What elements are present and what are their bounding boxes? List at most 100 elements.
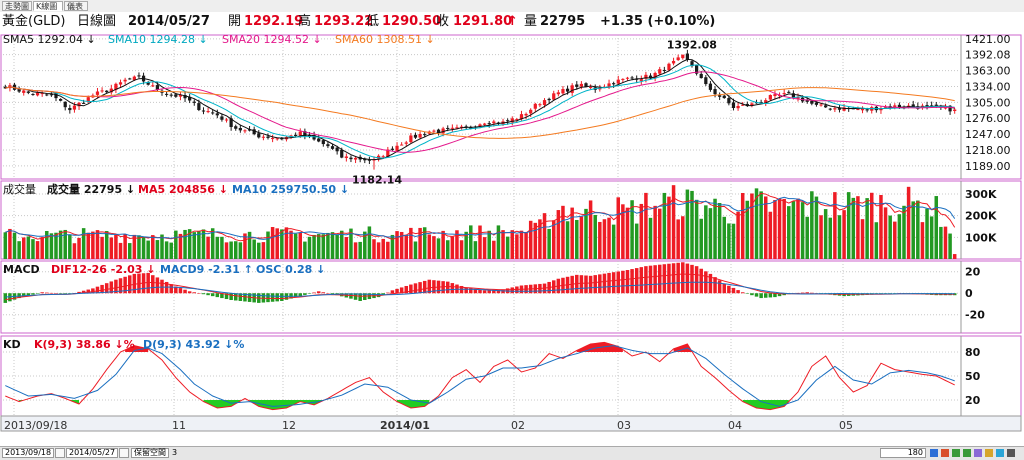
macd-osc-bar [667, 263, 671, 294]
volume-bar [851, 197, 856, 259]
macd-osc-bar [312, 292, 316, 294]
macd-osc-bar [740, 292, 745, 294]
print-icon[interactable] [1007, 449, 1015, 457]
macd-osc-bar [266, 293, 270, 303]
candle-body [699, 73, 703, 79]
macd-osc-bar [722, 283, 727, 294]
volume-bar [681, 216, 685, 259]
macd-osc-bar [690, 264, 694, 294]
candle-body [584, 83, 588, 87]
volume-bar [505, 236, 510, 259]
volume-bar [916, 200, 920, 259]
kd-tick-label: 20 [965, 394, 981, 407]
price-tick-label: 1392.08 [965, 49, 1011, 62]
candle-body [953, 109, 957, 111]
candle-body [616, 79, 620, 84]
candle-body [58, 98, 63, 101]
volume-bar [823, 209, 828, 259]
volume-bar [575, 219, 579, 259]
footer-bar: 2013/09/18 2014/05/27 保留空間 3 180 [0, 446, 1024, 460]
candle-body [625, 77, 630, 79]
volume-tick-label: 300K [965, 188, 997, 201]
fit-icon[interactable] [974, 449, 982, 457]
candle-body [529, 109, 533, 114]
macd-osc-bar [395, 288, 399, 294]
end-date-field[interactable]: 2014/05/27 [66, 448, 118, 458]
price-legend-sma5: SMA5 1292.04 ↓ [3, 33, 96, 46]
candle-body [174, 94, 178, 97]
price-tick-label: 1247.00 [965, 128, 1011, 141]
volume-bar [542, 213, 547, 259]
x-tick-label: 02 [511, 419, 525, 432]
volume-bar [178, 233, 183, 259]
macd-osc-bar [699, 268, 703, 294]
volume-bar [441, 230, 445, 259]
zoom-in-icon[interactable] [941, 449, 949, 457]
help-icon[interactable] [996, 449, 1004, 457]
start-date-field[interactable]: 2013/09/18 [2, 448, 54, 458]
volume-bar [12, 232, 17, 259]
volume-bar [713, 198, 717, 259]
zoom-field[interactable]: 180 [880, 448, 926, 458]
zoom-out-icon[interactable] [930, 449, 938, 457]
volume-panel-title: 成交量 [3, 182, 36, 196]
candle-body [137, 75, 141, 77]
volume-bar [436, 238, 441, 259]
macd-osc-bar [694, 266, 699, 294]
volume-bar [722, 216, 727, 259]
macd-osc-bar [35, 293, 40, 294]
candle-body [257, 133, 261, 138]
volume-bar [81, 228, 86, 259]
volume-bar [284, 227, 289, 259]
macd-osc-bar [280, 293, 284, 301]
candle-body [118, 82, 123, 85]
candle-body [630, 77, 634, 79]
volume-bar [800, 202, 805, 259]
volume-bar [192, 232, 197, 259]
candle-body [722, 95, 726, 99]
candle-body [409, 135, 413, 143]
macd-osc-bar [754, 293, 759, 297]
candle-body [538, 104, 542, 106]
candle-body [321, 140, 325, 145]
volume-bar [72, 243, 77, 259]
macd-osc-bar [810, 292, 814, 294]
x-tick-label: 03 [617, 419, 631, 432]
tab-meter[interactable]: 儀表 [64, 1, 88, 11]
macd-osc-bar [31, 293, 35, 295]
candle-body [579, 83, 584, 87]
macd-osc-bar [386, 292, 390, 294]
macd-osc-bar [713, 277, 717, 294]
macd-osc-bar [3, 293, 8, 303]
volume-bar [482, 237, 487, 259]
keep-space-button[interactable]: 保留空間 [131, 448, 169, 458]
low-value: 1290.50 [382, 14, 442, 29]
candle-body [561, 89, 565, 94]
volume-bar [952, 254, 957, 259]
candle-body [718, 95, 722, 97]
price-tick-label: 1276.00 [965, 112, 1011, 125]
volume-bar [215, 236, 220, 259]
volume-bar [155, 240, 160, 259]
dropdown-icon[interactable] [55, 448, 65, 458]
volume-bar [865, 198, 869, 259]
setting-icon[interactable] [985, 449, 993, 457]
tab-trend[interactable]: 走勢圖 [2, 1, 32, 11]
candle-body [731, 102, 736, 109]
macd-tick-label: 0 [965, 287, 973, 300]
scroll-right-icon[interactable] [963, 449, 971, 457]
candle-body [768, 95, 772, 100]
macd-osc-bar [445, 281, 450, 294]
scroll-left-icon[interactable] [952, 449, 960, 457]
calendar-icon[interactable] [119, 448, 129, 458]
candle-body [671, 60, 676, 64]
macd-osc-bar [270, 293, 275, 302]
candle-body [340, 149, 344, 158]
macd-osc-bar [731, 287, 736, 294]
tab-kline[interactable]: K線圖 [33, 1, 63, 11]
volume-bar [934, 196, 939, 259]
stock-chart[interactable]: 2013/09/18 11 12 2014/01 02 03 04 05 1421.00 1392… [0, 31, 1024, 446]
candle-body [294, 134, 298, 137]
macd-osc-bar [579, 275, 584, 294]
close-label: 收 [436, 14, 450, 29]
